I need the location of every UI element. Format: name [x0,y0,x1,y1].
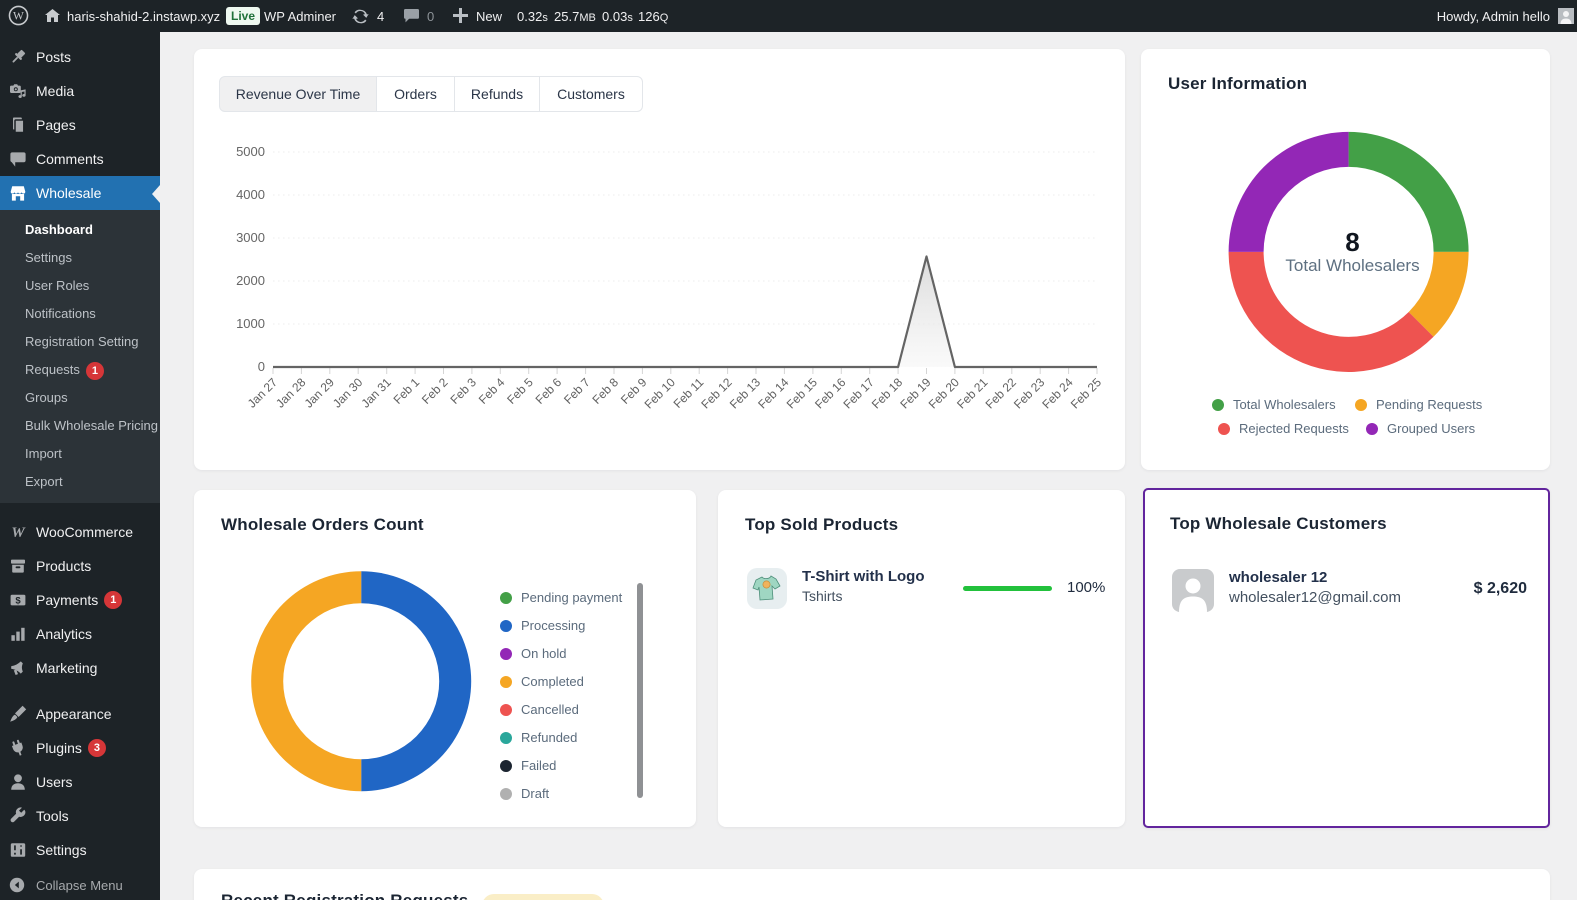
svg-text:Feb 14: Feb 14 [755,375,792,412]
svg-text:Jan 29: Jan 29 [302,375,338,411]
svg-text:Feb 2: Feb 2 [419,375,451,407]
svg-text:5000: 5000 [236,144,265,159]
svg-text:Feb 17: Feb 17 [841,375,878,412]
svg-text:Feb 5: Feb 5 [504,375,536,407]
svg-text:Feb 23: Feb 23 [1011,375,1048,412]
svg-text:Feb 25: Feb 25 [1068,375,1105,412]
svg-text:Feb 22: Feb 22 [983,375,1020,412]
svg-text:Feb 20: Feb 20 [926,375,963,412]
svg-text:Feb 19: Feb 19 [897,375,934,412]
svg-text:Feb 21: Feb 21 [954,375,991,412]
svg-text:Feb 15: Feb 15 [784,375,821,412]
svg-text:Feb 10: Feb 10 [642,375,679,412]
svg-text:W: W [11,525,26,541]
svg-text:Feb 16: Feb 16 [812,375,849,412]
svg-text:4000: 4000 [236,187,265,202]
svg-text:3000: 3000 [236,230,265,245]
svg-text:Feb 24: Feb 24 [1039,375,1076,412]
svg-text:Feb 18: Feb 18 [869,375,906,412]
svg-text:W: W [13,11,24,23]
svg-text:2000: 2000 [236,273,265,288]
svg-text:Feb 3: Feb 3 [447,375,479,407]
svg-text:0: 0 [258,359,265,374]
svg-text:Feb 4: Feb 4 [476,375,508,407]
svg-text:Feb 1: Feb 1 [391,375,423,407]
svg-text:$: $ [15,596,21,607]
svg-text:Jan 28: Jan 28 [273,375,309,411]
svg-text:Jan 31: Jan 31 [358,375,394,411]
svg-text:Feb 7: Feb 7 [561,375,593,407]
svg-text:Feb 12: Feb 12 [698,375,735,412]
svg-text:1000: 1000 [236,316,265,331]
svg-text:Feb 13: Feb 13 [727,375,764,412]
svg-text:Feb 8: Feb 8 [590,375,622,407]
svg-text:Jan 27: Jan 27 [245,375,281,411]
svg-text:Jan 30: Jan 30 [330,375,366,411]
svg-text:Feb 6: Feb 6 [533,375,565,407]
